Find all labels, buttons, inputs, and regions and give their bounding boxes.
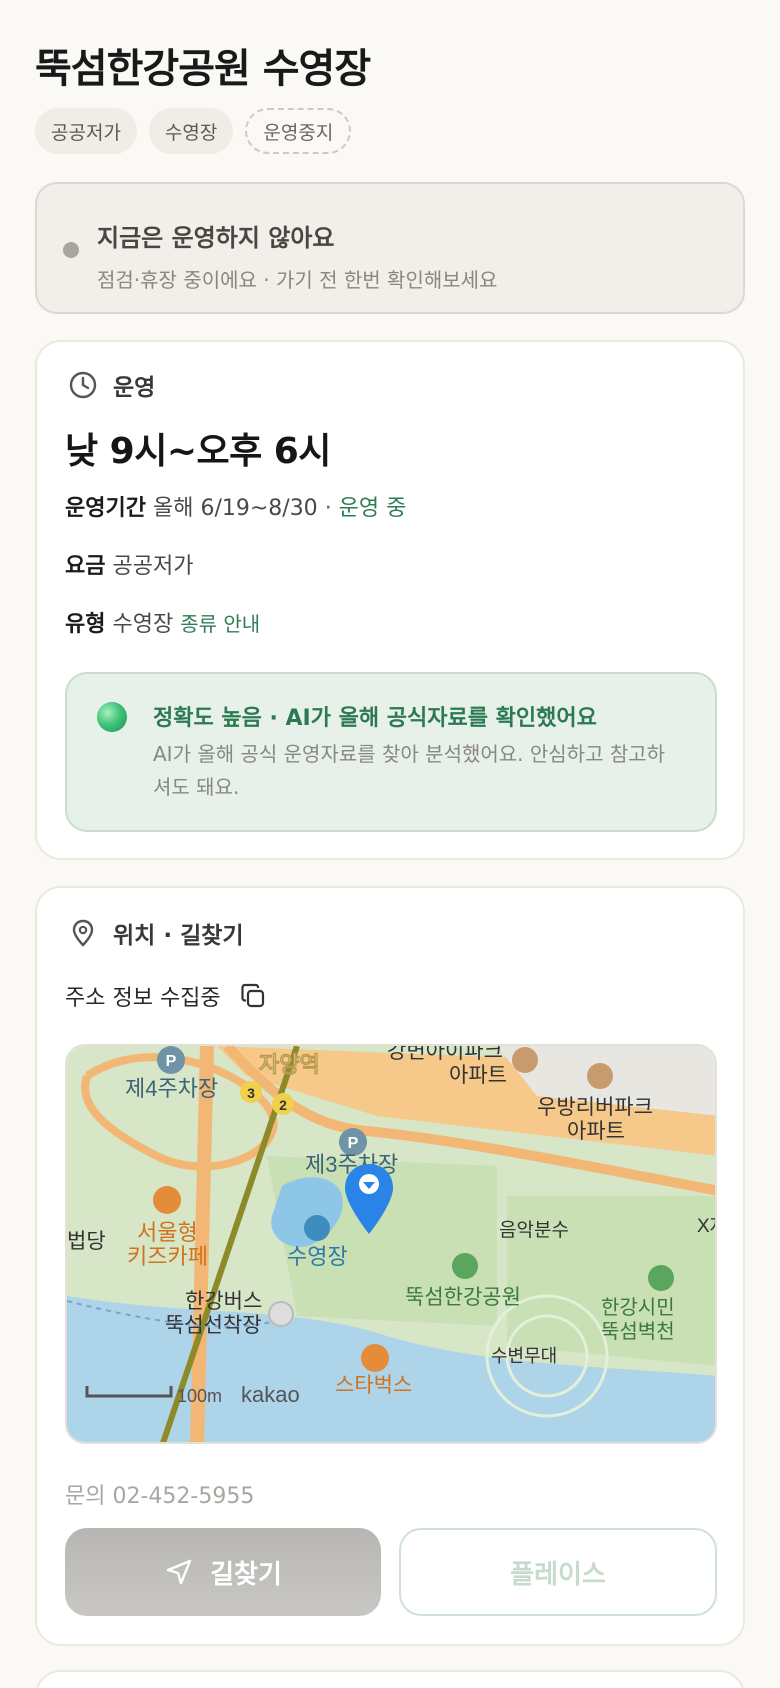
chip-type[interactable]: 수영장 bbox=[148, 108, 234, 154]
route-button-label: 길찾기 bbox=[210, 1558, 282, 1589]
map-label-station: 자양역 bbox=[259, 1052, 320, 1077]
map-label-stage: 수변무대 bbox=[491, 1346, 557, 1366]
operation-hours: 낮 9시~오후 6시 bbox=[65, 431, 331, 472]
map-label-line3: 3 bbox=[247, 1085, 255, 1101]
map-label-right2-b: 뚝섬벽천 bbox=[601, 1320, 675, 1343]
map-label-apt2-a: 우방리버파크 bbox=[537, 1096, 653, 1119]
phone-text[interactable]: 문의 02-452-5955 bbox=[65, 1478, 254, 1510]
map-label-starbucks: 스타벅스 bbox=[335, 1374, 412, 1397]
location-pin-icon bbox=[72, 919, 94, 947]
copy-icon[interactable] bbox=[239, 982, 267, 1010]
map-label-park: 뚝섬한강공원 bbox=[405, 1286, 521, 1309]
location-label: 위치 · 길찾기 bbox=[113, 923, 244, 949]
type-guide-link[interactable]: 종류 안내 bbox=[180, 612, 260, 636]
map-label-left-edge: 법당 bbox=[67, 1230, 106, 1253]
map-view[interactable]: P P 제4주차장 자양역 3 2 강변아이파크 아파트 우방리버파크 아파트 … bbox=[65, 1044, 717, 1444]
period-status: · 운영 중 bbox=[324, 496, 407, 521]
map-label-cafe-a: 서울형 bbox=[137, 1220, 198, 1245]
period-label: 운영기간 bbox=[65, 496, 146, 521]
location-card: 위치 · 길찾기 주소 정보 수집중 P P 제4주차장 자양역 3 2 강변아… bbox=[35, 886, 745, 1646]
map-label-right2-a: 한강시민 bbox=[601, 1296, 675, 1319]
navigation-arrow-icon bbox=[166, 1559, 192, 1585]
next-card bbox=[35, 1670, 745, 1688]
chip-price[interactable]: 공공저가 bbox=[35, 108, 137, 154]
map-brand: kakao bbox=[241, 1382, 300, 1407]
map-label-bus-a: 한강버스 bbox=[185, 1290, 262, 1313]
map-label-bus-b: 뚝섬선착장 bbox=[165, 1314, 262, 1337]
map-label-cafe-b: 키즈카페 bbox=[127, 1244, 208, 1269]
type-label: 유형 bbox=[65, 612, 106, 637]
tag-chips: 공공저가 수영장 운영중지 bbox=[35, 108, 352, 154]
map-label-fountain: 음악분수 bbox=[499, 1219, 569, 1241]
operation-label: 운영 bbox=[113, 375, 156, 401]
operation-header: 운영 bbox=[67, 368, 155, 402]
operation-card: 운영 낮 9시~오후 6시 운영기간 올해 6/19~8/30 · 운영 중 요… bbox=[35, 340, 745, 860]
location-header: 위치 · 길찾기 bbox=[67, 916, 244, 950]
notice-subtitle: 점검·휴장 중이에요 · 가기 전 한번 확인해보세요 bbox=[97, 268, 498, 292]
map-label-parking4: 제4주차장 bbox=[125, 1076, 218, 1101]
fee-label: 요금 bbox=[65, 554, 106, 579]
operation-period-row: 운영기간 올해 6/19~8/30 · 운영 중 bbox=[65, 490, 406, 522]
type-value: 수영장 bbox=[112, 612, 174, 637]
svg-text:P: P bbox=[166, 1053, 177, 1070]
clock-icon bbox=[69, 371, 97, 399]
accuracy-box: 정확도 높음 · AI가 올해 공식자료를 확인했어요 AI가 올해 공식 운영… bbox=[65, 672, 717, 832]
map-scale-label: 100m bbox=[177, 1386, 222, 1406]
map-label-apt1-a: 강변아이파크 bbox=[387, 1046, 503, 1063]
type-row: 유형 수영장 종류 안내 bbox=[65, 606, 260, 638]
accuracy-body: AI가 올해 공식 운영자료를 찾아 분석했어요. 안심하고 참고하셔도 돼요. bbox=[153, 742, 666, 799]
fee-row: 요금 공공저가 bbox=[65, 548, 193, 580]
route-button[interactable]: 길찾기 bbox=[65, 1528, 381, 1616]
accuracy-title: 정확도 높음 · AI가 올해 공식자료를 확인했어요 bbox=[153, 706, 597, 731]
address-row: 주소 정보 수집중 bbox=[65, 980, 267, 1012]
period-value: 올해 6/19~8/30 bbox=[152, 496, 318, 521]
map-label-apt2-b: 아파트 bbox=[567, 1120, 625, 1143]
chip-status[interactable]: 운영중지 bbox=[245, 108, 352, 154]
notice-title: 지금은 운영하지 않아요 bbox=[97, 224, 335, 252]
fee-value: 공공저가 bbox=[112, 554, 194, 579]
map-label-apt1-b: 아파트 bbox=[449, 1064, 507, 1087]
svg-text:P: P bbox=[348, 1135, 359, 1152]
page-title: 뚝섬한강공원 수영장 bbox=[35, 46, 371, 92]
accuracy-orb-icon bbox=[97, 702, 127, 732]
map-label-right-edge: X자 bbox=[697, 1215, 717, 1237]
address-text: 주소 정보 수집중 bbox=[65, 986, 221, 1011]
place-button[interactable]: 플레이스 bbox=[399, 1528, 717, 1616]
map-label-line2: 2 bbox=[279, 1097, 287, 1113]
map-label-pool: 수영장 bbox=[287, 1244, 348, 1269]
status-dot-icon bbox=[63, 242, 79, 258]
closed-notice: 지금은 운영하지 않아요 점검·휴장 중이에요 · 가기 전 한번 확인해보세요 bbox=[35, 182, 745, 314]
